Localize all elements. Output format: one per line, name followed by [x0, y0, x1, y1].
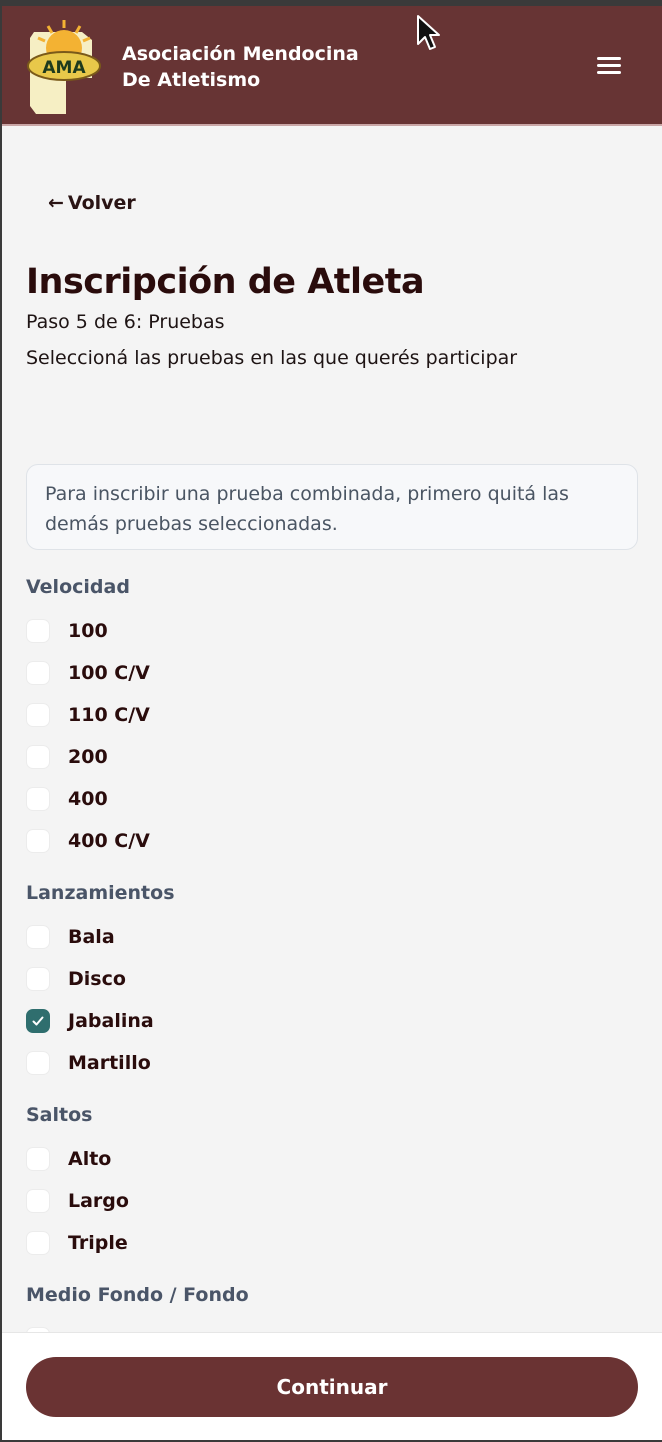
checkbox[interactable]: [26, 1231, 50, 1255]
option-label: Bala: [68, 926, 115, 948]
menu-icon: [597, 57, 621, 60]
top-header: AMA Asociación Mendocina De Atletismo: [2, 6, 662, 126]
info-notice: Para inscribir una prueba combinada, pri…: [26, 464, 638, 550]
option-label: Disco: [68, 968, 126, 990]
option-row[interactable]: 100: [26, 618, 108, 644]
option-row[interactable]: 400 C/V: [26, 828, 150, 854]
section-title-medio-fondo: Medio Fondo / Fondo: [26, 1284, 249, 1306]
option-row[interactable]: 200: [26, 744, 108, 770]
app-frame: AMA Asociación Mendocina De Atletismo ← V…: [2, 6, 662, 1440]
svg-text:AMA: AMA: [42, 58, 86, 78]
section-title-lanzamientos: Lanzamientos: [26, 882, 175, 904]
checkbox[interactable]: [26, 787, 50, 811]
checkbox[interactable]: [26, 1147, 50, 1171]
option-label: 110 C/V: [68, 704, 150, 726]
checkbox[interactable]: [26, 619, 50, 643]
checkbox[interactable]: [26, 703, 50, 727]
option-label: Jabalina: [68, 1010, 154, 1032]
checkbox[interactable]: [26, 829, 50, 853]
option-label: 200: [68, 746, 108, 768]
option-row[interactable]: 110 C/V: [26, 702, 150, 728]
option-row[interactable]: Disco: [26, 966, 126, 992]
association-logo: AMA: [27, 20, 101, 114]
option-label: 100: [68, 620, 108, 642]
brand-line-2: De Atletismo: [122, 69, 261, 91]
checkbox[interactable]: [26, 661, 50, 685]
option-label: Alto: [68, 1148, 112, 1170]
option-row[interactable]: Martillo: [26, 1050, 151, 1076]
option-row[interactable]: 100 C/V: [26, 660, 150, 686]
back-link[interactable]: ← Volver: [48, 192, 136, 214]
brand-line-1: Asociación Mendocina: [122, 43, 359, 65]
option-row[interactable]: Bala: [26, 924, 115, 950]
option-row[interactable]: Alto: [26, 1146, 111, 1172]
option-label: Martillo: [68, 1052, 151, 1074]
option-row[interactable]: 400: [26, 786, 108, 812]
hamburger-menu-button[interactable]: [590, 50, 626, 80]
continue-button[interactable]: Continuar: [26, 1357, 638, 1417]
page-subtitle: Seleccioná las pruebas en las que querés…: [26, 347, 518, 369]
option-row[interactable]: Jabalina: [26, 1008, 154, 1034]
option-label: 400: [68, 788, 108, 810]
page-title: Inscripción de Atleta: [26, 262, 425, 302]
checkbox[interactable]: [26, 967, 50, 991]
option-row[interactable]: Triple: [26, 1230, 128, 1256]
option-label: Largo: [68, 1190, 129, 1212]
section-title-velocidad: Velocidad: [26, 576, 130, 598]
brand-name: Asociación Mendocina De Atletismo: [122, 41, 359, 93]
checkbox[interactable]: [26, 745, 50, 769]
option-label: Triple: [68, 1232, 128, 1254]
section-title-saltos: Saltos: [26, 1104, 93, 1126]
arrow-left-icon: ←: [48, 192, 64, 214]
checkbox[interactable]: [26, 1189, 50, 1213]
option-row[interactable]: Largo: [26, 1188, 129, 1214]
option-label: 400 C/V: [68, 830, 150, 852]
back-label: Volver: [67, 192, 136, 214]
option-label: 100 C/V: [68, 662, 150, 684]
checkbox[interactable]: [26, 925, 50, 949]
step-indicator: Paso 5 de 6: Pruebas: [26, 311, 225, 333]
checkbox-checked[interactable]: [26, 1009, 50, 1033]
sticky-footer: Continuar: [2, 1332, 662, 1440]
check-icon: [32, 1016, 44, 1026]
mouse-cursor-icon: [417, 15, 440, 50]
checkbox[interactable]: [26, 1051, 50, 1075]
